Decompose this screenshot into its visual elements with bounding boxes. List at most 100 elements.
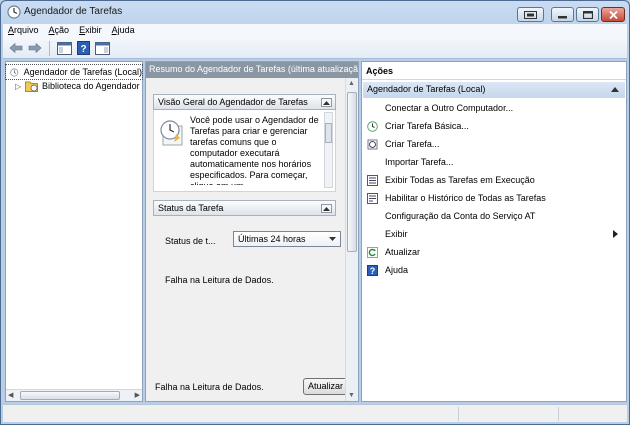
maximize-icon <box>582 10 593 19</box>
menu-label: rquivo <box>14 25 39 35</box>
scroll-left-icon[interactable]: ◀ <box>8 391 13 399</box>
menu-ajuda[interactable]: Ajuda <box>107 24 140 38</box>
forward-arrow-icon <box>28 42 42 54</box>
status-title: Status da Tarefa <box>158 203 224 213</box>
menu-acao[interactable]: Ação <box>44 24 75 38</box>
menu-label: xibir <box>85 25 102 35</box>
summary-scroll-thumb[interactable] <box>347 92 357 252</box>
status-separator <box>458 407 459 421</box>
close-button[interactable] <box>601 7 625 22</box>
summary-header: Resumo do Agendador de Tarefas (última a… <box>146 62 358 78</box>
menu-label: ção <box>54 25 70 35</box>
maximize-button[interactable] <box>576 7 599 22</box>
clock-icon <box>367 120 378 132</box>
history-icon <box>367 192 378 204</box>
chevron-right-icon <box>613 230 618 238</box>
status-filter-label: Status de t... <box>165 236 216 246</box>
collapse-status-button[interactable] <box>321 204 332 213</box>
console-tree: Agendador de Tarefas (Local) ▷ Bibliotec… <box>5 61 143 402</box>
collapse-up-icon <box>611 87 619 92</box>
refresh-button[interactable]: Atualizar <box>303 378 348 395</box>
overview-section-header[interactable]: Visão Geral do Agendador de Tarefas <box>153 94 336 110</box>
actions-group-label: Agendador de Tarefas (Local) <box>367 84 486 94</box>
action-label: Ajuda <box>385 265 409 275</box>
tree-scroll-thumb[interactable] <box>20 391 120 400</box>
show-hide-console-tree-button[interactable] <box>56 40 72 56</box>
minimize-button[interactable] <box>551 7 574 22</box>
tree-item-library[interactable]: ▷ Biblioteca do Agendador <box>6 79 140 93</box>
task-scheduler-icon <box>7 5 21 19</box>
scroll-down-icon[interactable]: ▼ <box>348 392 355 399</box>
action-import-task[interactable]: Importar Tarefa... <box>362 153 626 171</box>
actions-pane: Ações Agendador de Tarefas (Local) Conec… <box>361 61 627 402</box>
tree-horizontal-scrollbar[interactable]: ◀ ▶ <box>6 389 142 401</box>
expand-triangle-icon[interactable]: ▷ <box>15 82 23 91</box>
forward-button[interactable] <box>27 40 43 56</box>
action-label: Importar Tarefa... <box>385 157 454 167</box>
summary-pane: Resumo do Agendador de Tarefas (última a… <box>145 61 359 402</box>
tree-item-root[interactable]: Agendador de Tarefas (Local) <box>5 64 143 80</box>
action-label: Criar Tarefa... <box>385 139 440 149</box>
menu-exibir[interactable]: Exibir <box>74 24 107 38</box>
toolbar-separator <box>49 40 50 56</box>
minimize-icon <box>558 15 567 18</box>
action-view-menu[interactable]: Exibir <box>362 225 626 243</box>
action-label: Criar Tarefa Básica... <box>385 121 469 131</box>
status-section-body: Status de t... Últimas 24 horas Falha na… <box>153 216 341 376</box>
action-label: Exibir Todas as Tarefas em Execução <box>385 175 535 185</box>
action-pane-icon <box>94 41 110 55</box>
switch-window-button[interactable] <box>517 7 544 22</box>
status-bar <box>3 404 627 422</box>
scroll-right-icon[interactable]: ▶ <box>135 391 140 399</box>
action-show-running[interactable]: Exibir Todas as Tarefas em Execução <box>362 171 626 189</box>
list-icon <box>367 174 378 186</box>
help-button[interactable]: ? <box>75 40 91 56</box>
status-separator <box>558 407 559 421</box>
folder-clock-icon <box>25 81 38 92</box>
collapse-overview-button[interactable] <box>321 98 332 107</box>
tree-root-label: Agendador de Tarefas (Local) <box>23 67 142 77</box>
help-icon: ? <box>76 41 90 55</box>
collapse-up-icon <box>323 206 330 211</box>
console-tree-icon <box>56 41 72 55</box>
actions-group-header[interactable]: Agendador de Tarefas (Local) <box>363 82 625 98</box>
actions-title: Ações <box>362 62 626 80</box>
refresh-icon <box>367 246 378 258</box>
action-connect[interactable]: Conectar a Outro Computador... <box>362 99 626 117</box>
overview-description: Você pode usar o Agendador de Tarefas pa… <box>190 115 319 185</box>
chevron-down-icon <box>329 237 336 241</box>
action-at-service-config[interactable]: Configuração da Conta do Serviço AT <box>362 207 626 225</box>
action-help[interactable]: ? Ajuda <box>362 261 626 279</box>
action-create-basic-task[interactable]: Criar Tarefa Básica... <box>362 117 626 135</box>
main-window: Agendador de Tarefas Arquivo Ação Exibir… <box>0 0 630 425</box>
footer-error-message: Falha na Leitura de Dados. <box>155 382 264 392</box>
action-label: Exibir <box>385 229 408 239</box>
action-label: Atualizar <box>385 247 421 257</box>
show-hide-action-pane-button[interactable] <box>94 40 110 56</box>
title-bar[interactable]: Agendador de Tarefas <box>1 1 629 23</box>
close-icon <box>608 10 618 19</box>
status-period-value: Últimas 24 horas <box>238 234 306 244</box>
clock-calendar-icon <box>160 120 183 146</box>
scroll-up-icon[interactable]: ▲ <box>348 80 355 87</box>
action-label: Configuração da Conta do Serviço AT <box>385 211 536 221</box>
status-section-header[interactable]: Status da Tarefa <box>153 200 336 216</box>
status-period-dropdown[interactable]: Últimas 24 horas <box>233 231 341 247</box>
back-button[interactable] <box>8 40 24 56</box>
overview-section-body: Você pode usar o Agendador de Tarefas pa… <box>153 110 336 192</box>
overview-scroll-thumb[interactable] <box>325 123 332 143</box>
action-enable-history[interactable]: Habilitar o Histórico de Todas as Tarefa… <box>362 189 626 207</box>
clock-icon <box>10 68 19 76</box>
action-label: Habilitar o Histórico de Todas as Tarefa… <box>385 193 546 203</box>
menu-bar: Arquivo Ação Exibir Ajuda <box>3 24 627 38</box>
toolbar: ? <box>3 38 627 59</box>
summary-vertical-scrollbar[interactable]: ▲ ▼ <box>345 78 358 401</box>
menu-arquivo[interactable]: Arquivo <box>3 24 44 38</box>
overview-scrollbar[interactable] <box>324 112 333 188</box>
overview-title: Visão Geral do Agendador de Tarefas <box>158 97 308 107</box>
action-create-task[interactable]: Criar Tarefa... <box>362 135 626 153</box>
task-icon <box>367 139 378 149</box>
action-refresh[interactable]: Atualizar <box>362 243 626 261</box>
action-label: Conectar a Outro Computador... <box>385 103 514 113</box>
svg-text:?: ? <box>370 266 376 276</box>
